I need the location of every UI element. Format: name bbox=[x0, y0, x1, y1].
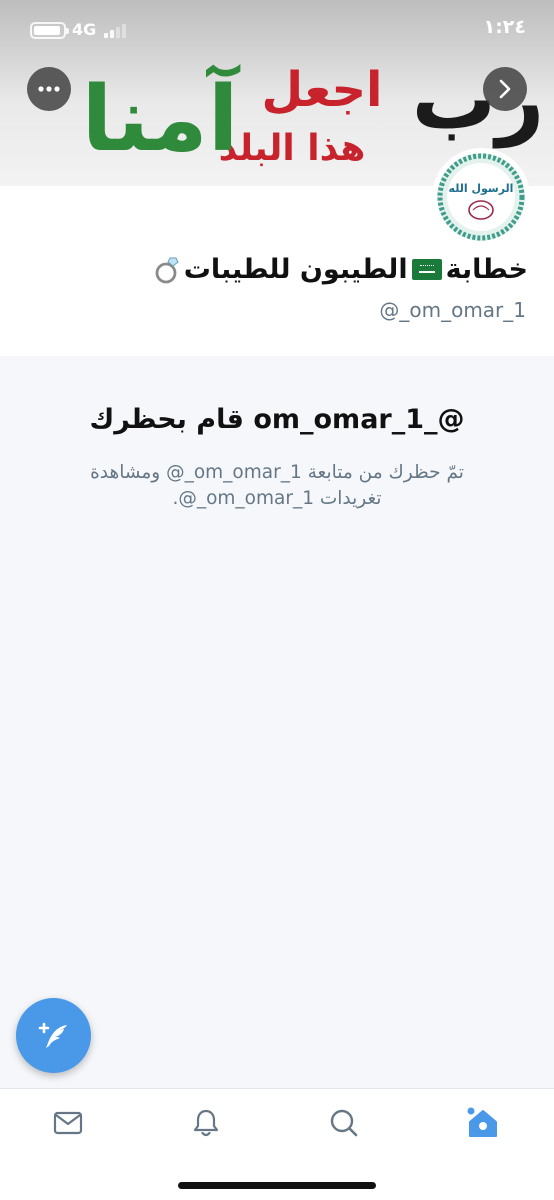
ellipsis-icon bbox=[38, 86, 60, 92]
search-icon bbox=[330, 1109, 358, 1137]
home-indicator[interactable] bbox=[178, 1182, 376, 1189]
banner-text-amina: آمنا bbox=[81, 64, 240, 172]
avatar[interactable]: الرسول الله bbox=[432, 148, 530, 246]
more-options-button[interactable] bbox=[27, 67, 71, 111]
ring-icon bbox=[155, 257, 179, 283]
home-icon bbox=[467, 1107, 497, 1137]
status-time: ١:٢٤ bbox=[483, 16, 526, 38]
compose-tweet-icon bbox=[38, 1022, 67, 1048]
tab-home[interactable] bbox=[453, 1103, 513, 1143]
banner-text-rab: رب bbox=[412, 50, 545, 149]
banner-text-ijal: اجعل bbox=[262, 62, 383, 118]
compose-tweet-button[interactable] bbox=[16, 998, 91, 1073]
tab-messages[interactable] bbox=[38, 1103, 98, 1143]
tab-search[interactable] bbox=[314, 1103, 374, 1143]
signal-icon bbox=[104, 22, 130, 38]
profile-display-name: خطابة الطيبون للطيبات bbox=[154, 254, 528, 285]
blocked-notice: ‏@_om_omar_1 قام بحظرك تمّ حظرك من متابع… bbox=[0, 356, 554, 1088]
banner-text-hatha-albalad: هذا البلد bbox=[219, 128, 366, 169]
avatar-image: الرسول الله bbox=[437, 153, 525, 241]
battery-icon bbox=[30, 22, 69, 39]
envelope-icon bbox=[53, 1111, 83, 1135]
avatar-text: الرسول الله bbox=[449, 182, 514, 195]
bell-icon bbox=[193, 1109, 219, 1137]
saudi-flag-icon bbox=[411, 259, 442, 280]
chevron-right-icon bbox=[499, 79, 511, 99]
tab-notifications[interactable] bbox=[176, 1103, 236, 1143]
display-name-part-1: خطابة bbox=[445, 254, 528, 285]
forward-button[interactable] bbox=[483, 67, 527, 111]
display-name-part-2: الطيبون للطيبات bbox=[183, 254, 408, 285]
network-type: 4G bbox=[72, 20, 97, 39]
blocked-description: تمّ حظرك من متابعة ‎@_om_omar_1‏ ومشاهدة… bbox=[90, 462, 464, 509]
blocked-title: ‏@_om_omar_1 قام بحظرك bbox=[89, 404, 465, 435]
status-bar: 4G ١:٢٤ bbox=[0, 0, 554, 60]
profile-handle: @_om_omar_1 bbox=[379, 298, 526, 322]
